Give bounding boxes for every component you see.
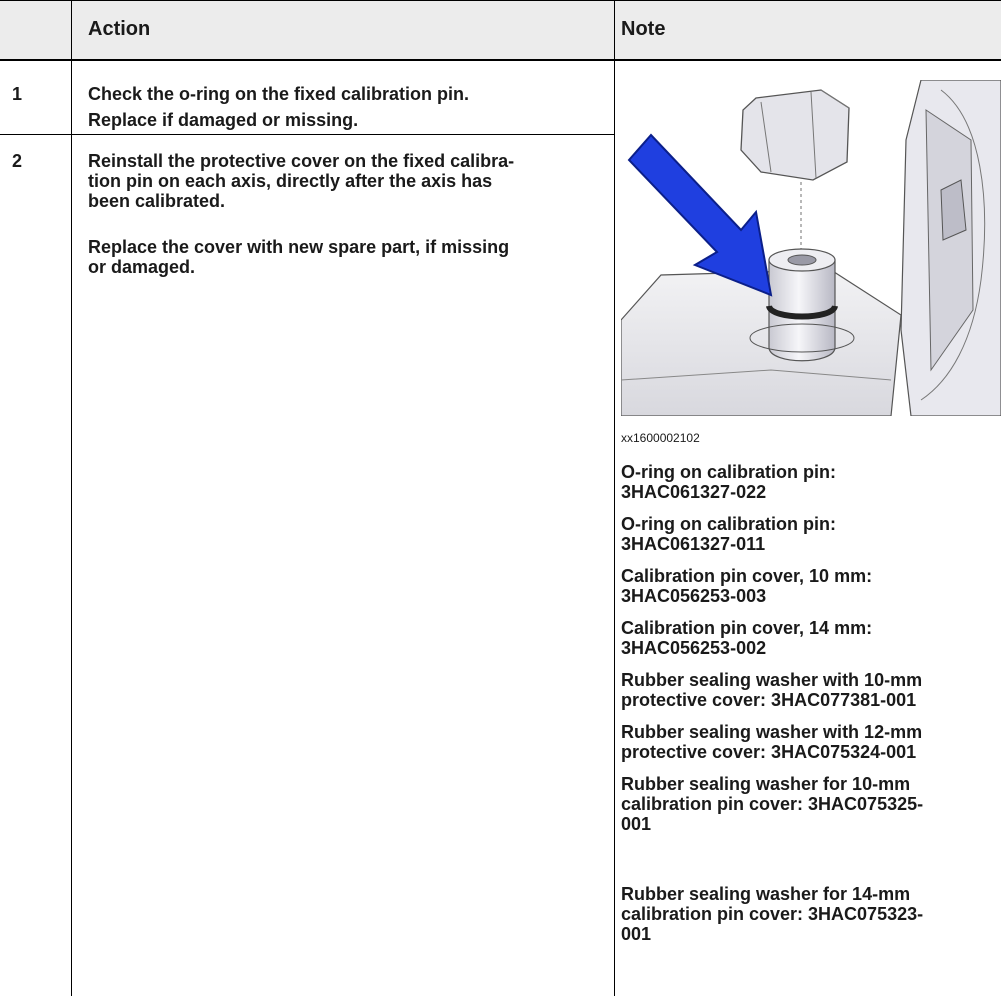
image-caption: xx1600002102 — [621, 431, 700, 445]
note-item: Rubber sealing washer for 14-mm calibrat… — [621, 884, 924, 944]
action-text: Replace the cover with new spare part, i… — [88, 237, 510, 277]
action-text: Check the o-ring on the fixed calibratio… — [88, 84, 470, 104]
header-note: Note — [621, 18, 666, 40]
row-number: 2 — [12, 151, 23, 171]
procedure-table: Action Note 1 Check the o-ring on the fi… — [0, 0, 1001, 996]
note-item: Calibration pin cover, 10 mm: 3HAC056253… — [621, 566, 873, 606]
note-item: Rubber sealing washer for 10-mm calibrat… — [621, 774, 924, 834]
column-divider — [614, 0, 615, 996]
column-divider — [71, 0, 72, 996]
action-text: Reinstall the protective cover on the fi… — [88, 151, 515, 211]
note-item: Calibration pin cover, 14 mm: 3HAC056253… — [621, 618, 873, 658]
note-item: O-ring on calibration pin: 3HAC061327-01… — [621, 514, 836, 554]
note-item: O-ring on calibration pin: 3HAC061327-02… — [621, 462, 836, 502]
row-divider — [0, 134, 614, 135]
note-item: Rubber sealing washer with 12-mm protect… — [621, 722, 923, 762]
row-number: 1 — [12, 84, 23, 104]
calibration-pin-illustration — [621, 80, 1001, 416]
header-divider — [0, 59, 1001, 61]
table-border-top — [0, 0, 1001, 1]
action-text: Replace if damaged or missing. — [88, 110, 359, 130]
note-item: Rubber sealing washer with 10-mm protect… — [621, 670, 923, 710]
header-action: Action — [88, 18, 151, 40]
